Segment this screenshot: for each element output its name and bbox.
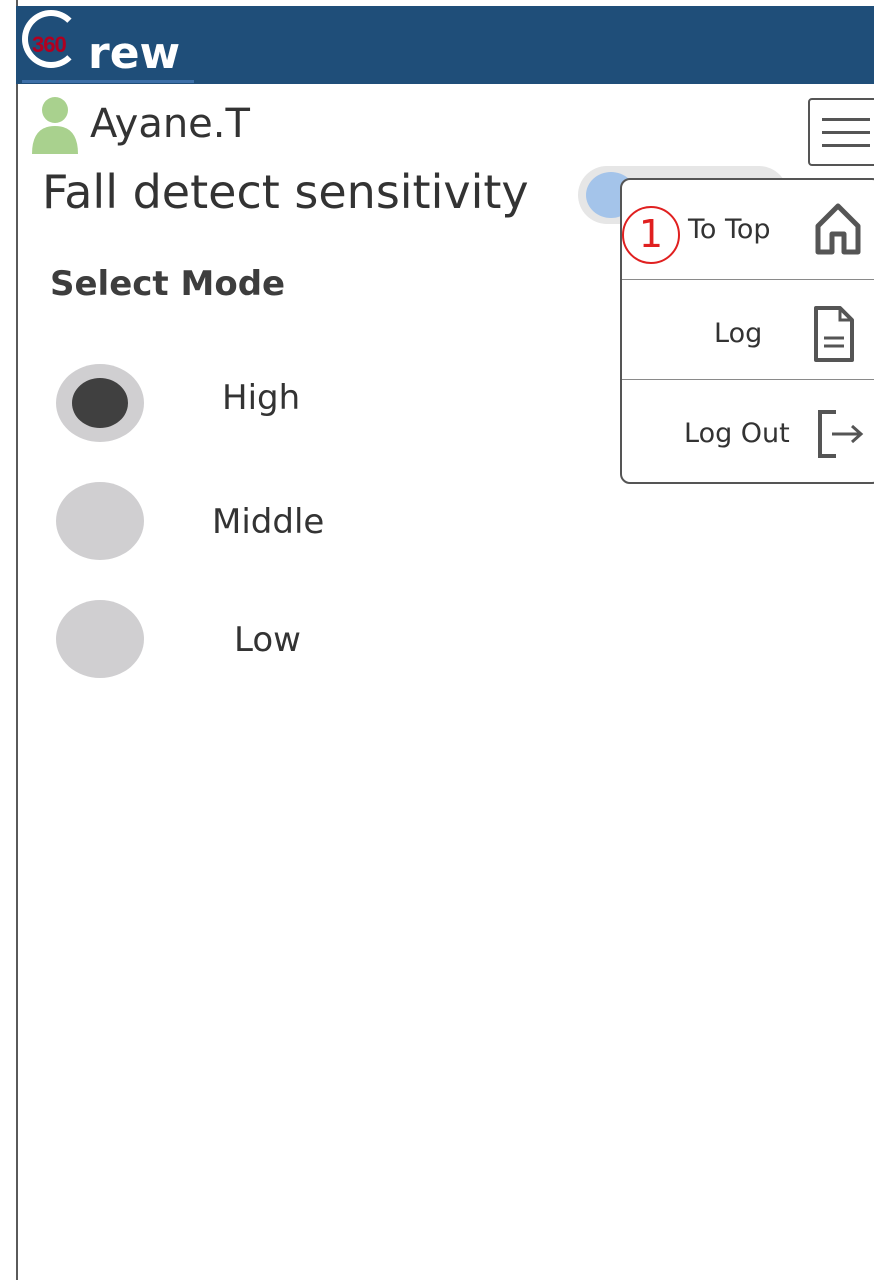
logo-text: rew <box>88 28 181 79</box>
menu-item-label: Log Out <box>684 418 790 449</box>
logout-icon <box>818 410 864 458</box>
menu-item-log[interactable]: Log <box>622 280 874 380</box>
logo-underline <box>22 80 194 83</box>
radio-label-high: High <box>222 378 301 418</box>
menu-button[interactable] <box>808 98 874 166</box>
radio-low[interactable] <box>56 600 144 678</box>
person-icon <box>32 97 78 154</box>
annotation-marker: 1 <box>622 206 680 264</box>
radio-label-middle: Middle <box>212 502 325 542</box>
home-icon <box>815 203 861 255</box>
radio-label-low: Low <box>234 620 301 660</box>
user-name: Ayane.T <box>90 101 250 147</box>
hamburger-icon-line <box>822 118 870 121</box>
hamburger-icon-line <box>822 144 870 147</box>
setting-title: Fall detect sensitivity <box>42 165 529 219</box>
app-logo: 360 rew <box>18 6 218 84</box>
radio-high[interactable] <box>56 364 144 442</box>
radio-middle[interactable] <box>56 482 144 560</box>
menu-item-label: To Top <box>688 214 771 245</box>
menu-item-log-out[interactable]: Log Out <box>622 380 874 480</box>
hamburger-icon-line <box>822 131 870 134</box>
select-mode-title: Select Mode <box>50 264 286 304</box>
document-icon <box>814 306 854 362</box>
logo-badge: 360 <box>32 32 67 57</box>
page-left-border <box>16 0 18 1280</box>
radio-selected-dot <box>72 378 128 428</box>
menu-item-label: Log <box>714 318 763 349</box>
